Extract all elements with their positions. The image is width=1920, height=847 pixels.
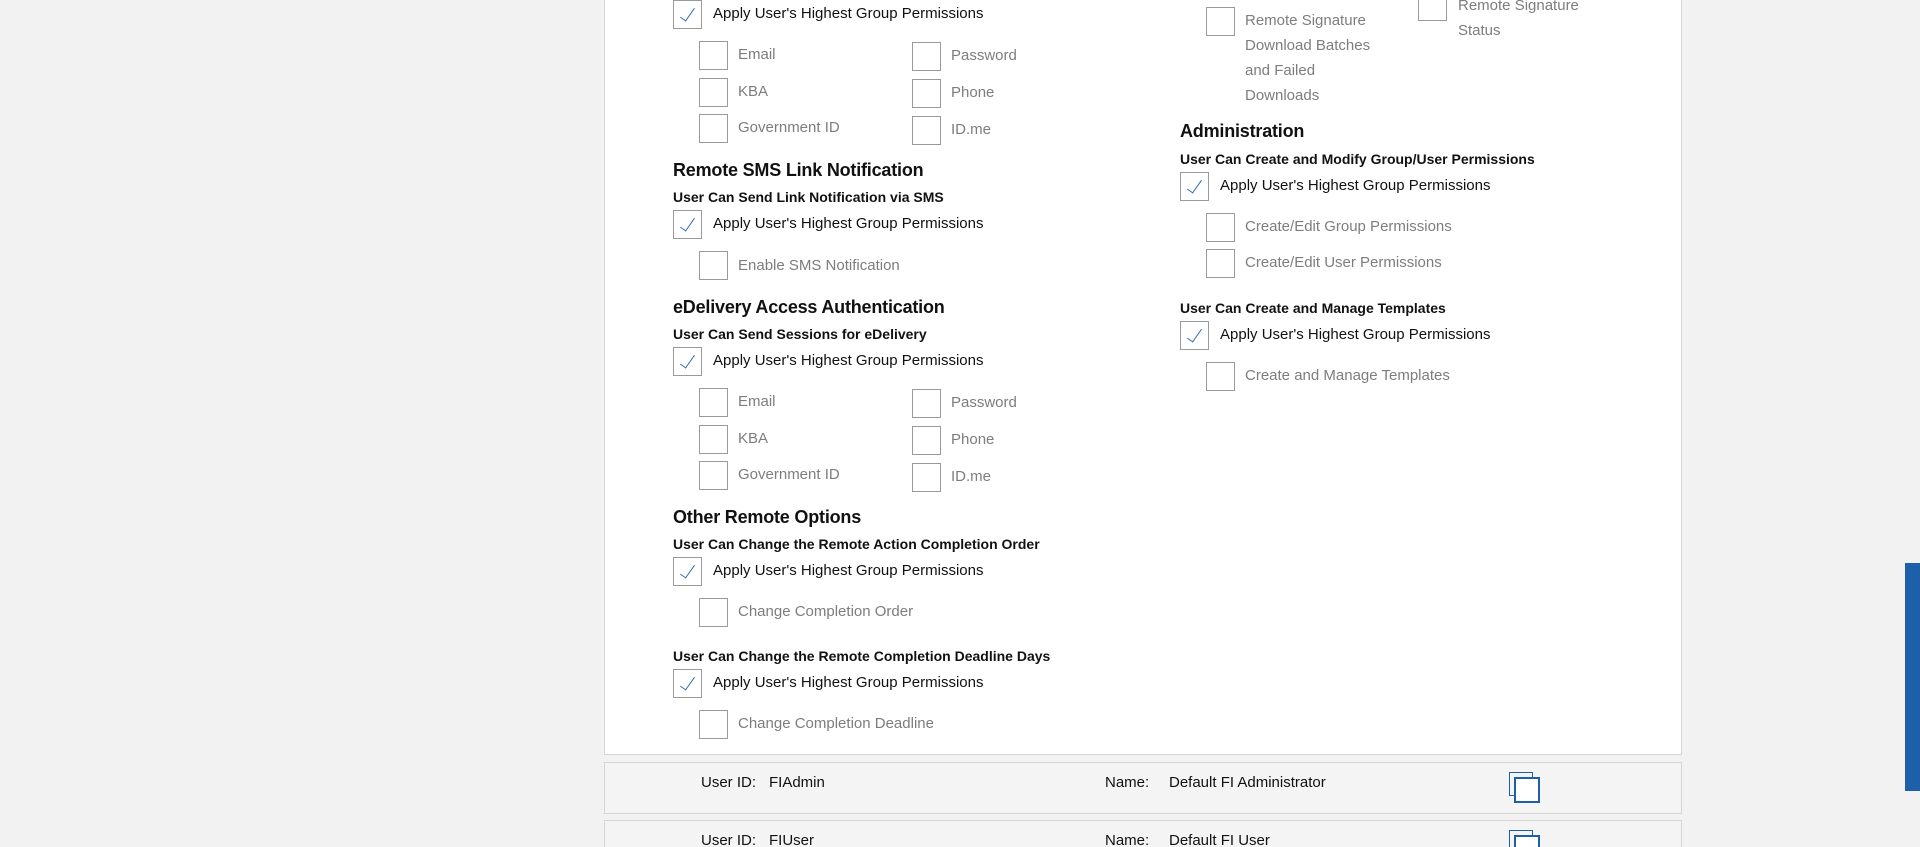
sms-subtitle: User Can Send Link Notification via SMS [673,189,944,205]
top-apply-highest-label: Apply User's Highest Group Permissions [713,5,984,22]
change-completion-deadline-checkbox[interactable] [699,710,728,739]
other-remote-section-title: Other Remote Options [673,507,862,527]
edit-user-permissions-label: Create/Edit User Permissions [1245,254,1442,271]
user-id-value: FIAdmin [769,774,825,791]
top-government-id-checkbox[interactable] [699,114,728,143]
top-government-id-label: Government ID [738,119,840,136]
top-kba-label: KBA [738,83,769,100]
user-row[interactable]: User ID: FIAdmin Name: Default FI Admini… [604,762,1682,814]
administration-subtitle: User Can Create and Modify Group/User Pe… [1180,151,1535,167]
edelivery-phone-checkbox[interactable] [912,426,941,455]
change-completion-order-checkbox[interactable] [699,598,728,627]
edelivery-email-checkbox[interactable] [699,388,728,417]
edit-group-permissions-checkbox[interactable] [1206,213,1235,242]
sms-apply-highest-label: Apply User's Highest Group Permissions [713,215,984,232]
top-phone-checkbox[interactable] [912,79,941,108]
status-label: Remote Signature Status [1458,0,1579,39]
top-password-label: Password [951,47,1017,64]
copy-icon[interactable] [1509,772,1541,804]
edelivery-kba-label: KBA [738,430,769,447]
user-name-label: Name: [1105,774,1150,791]
permissions-panel [604,0,1682,755]
enable-sms-label: Enable SMS Notification [738,257,900,274]
top-phone-label: Phone [951,84,995,101]
batches-label: Remote Signature Download Batches and Fa… [1245,12,1371,104]
edelivery-password-label: Password [951,394,1017,411]
templates-subtitle: User Can Create and Manage Templates [1180,300,1446,316]
top-email-checkbox[interactable] [699,41,728,70]
edelivery-government-id-label: Government ID [738,466,840,483]
top-password-checkbox[interactable] [912,42,941,71]
completion-deadline-subtitle: User Can Change the Remote Completion De… [673,648,1051,664]
page: Apply User's Highest Group Permissions E… [0,0,1920,847]
top-idme-checkbox[interactable] [912,116,941,145]
top-kba-checkbox[interactable] [699,78,728,107]
user-id-value: FIUser [769,832,814,847]
sms-section-title: Remote SMS Link Notification [673,160,924,180]
admin-apply-highest-checkbox[interactable] [1180,172,1209,201]
order-apply-highest-checkbox[interactable] [673,557,702,586]
edelivery-idme-label: ID.me [951,468,992,485]
order-apply-highest-label: Apply User's Highest Group Permissions [713,562,984,579]
batches-checkbox[interactable] [1206,7,1235,36]
administration-section-title: Administration [1180,121,1305,141]
copy-icon[interactable] [1509,830,1541,847]
user-name-value: Default FI User [1169,832,1270,847]
edelivery-email-label: Email [738,393,776,410]
deadline-apply-highest-label: Apply User's Highest Group Permissions [713,674,984,691]
edelivery-password-checkbox[interactable] [912,389,941,418]
deadline-apply-highest-checkbox[interactable] [673,669,702,698]
enable-sms-checkbox[interactable] [699,251,728,280]
change-completion-order-label: Change Completion Order [738,603,914,620]
manage-templates-label: Create and Manage Templates [1245,367,1450,384]
user-name-value: Default FI Administrator [1169,774,1326,791]
status-checkbox[interactable] [1418,0,1447,21]
admin-apply-highest-label: Apply User's Highest Group Permissions [1220,177,1491,194]
edit-user-permissions-checkbox[interactable] [1206,249,1235,278]
sms-apply-highest-checkbox[interactable] [673,210,702,239]
templates-apply-highest-label: Apply User's Highest Group Permissions [1220,326,1491,343]
user-id-label: User ID: [701,774,757,791]
edelivery-section-title: eDelivery Access Authentication [673,297,945,317]
edelivery-kba-checkbox[interactable] [699,425,728,454]
edelivery-idme-checkbox[interactable] [912,463,941,492]
manage-templates-checkbox[interactable] [1206,362,1235,391]
top-idme-label: ID.me [951,121,992,138]
edelivery-phone-label: Phone [951,431,995,448]
user-row[interactable]: User ID: FIUser Name: Default FI User [604,820,1682,847]
edelivery-subtitle: User Can Send Sessions for eDelivery [673,326,927,342]
edelivery-government-id-checkbox[interactable] [699,461,728,490]
edelivery-apply-highest-label: Apply User's Highest Group Permissions [713,352,984,369]
scrollbar-thumb[interactable] [1905,563,1920,791]
change-completion-deadline-label: Change Completion Deadline [738,715,934,732]
edit-group-permissions-label: Create/Edit Group Permissions [1245,218,1452,235]
top-apply-highest-checkbox[interactable] [673,0,702,29]
user-id-label: User ID: [701,832,757,847]
completion-order-subtitle: User Can Change the Remote Action Comple… [673,536,1040,552]
edelivery-apply-highest-checkbox[interactable] [673,347,702,376]
user-name-label: Name: [1105,832,1150,847]
templates-apply-highest-checkbox[interactable] [1180,321,1209,350]
top-email-label: Email [738,46,776,63]
